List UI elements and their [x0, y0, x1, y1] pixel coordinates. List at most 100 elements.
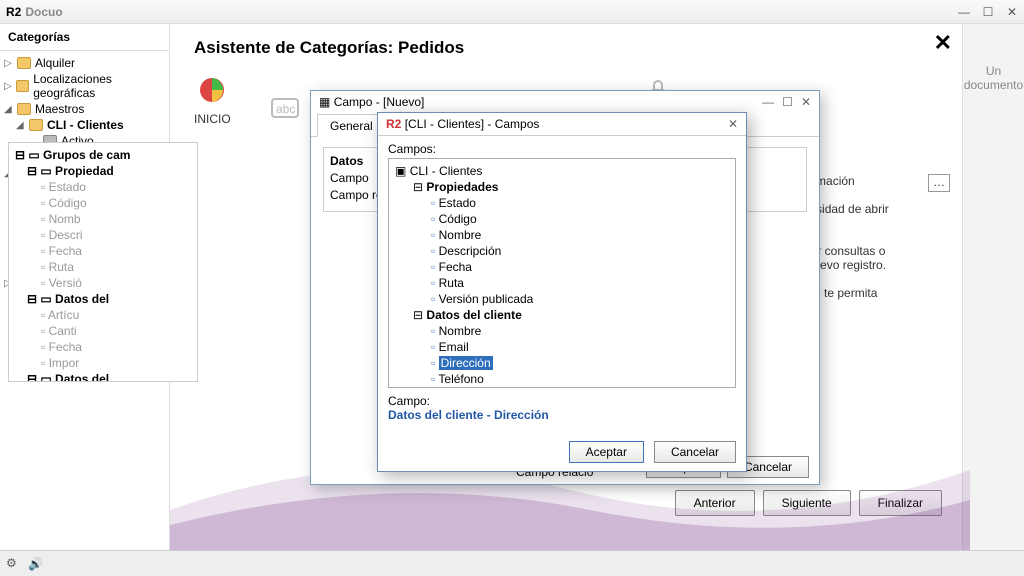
- folder-icon: [16, 80, 29, 92]
- logo-r2: R2: [6, 5, 21, 19]
- logo-docuo: Docuo: [25, 5, 62, 19]
- node-label: Ruta: [439, 276, 464, 290]
- tree-node[interactable]: ▫ Persona de contacto: [395, 387, 729, 388]
- node-label: Código: [439, 212, 477, 226]
- dialog-maximize[interactable]: ☐: [782, 95, 793, 109]
- node-label: Nombre: [439, 324, 482, 338]
- field-icon: ▫: [431, 340, 435, 354]
- window-controls: — ☐ ✕: [952, 2, 1024, 22]
- dlg2-titlebar: R2 [CLI - Clientes] - Campos ✕: [378, 113, 746, 136]
- sidebar-item[interactable]: ▷Alquiler: [2, 55, 167, 71]
- field-icon: ▫: [431, 372, 435, 386]
- node-label: Dirección: [439, 356, 493, 370]
- tree-node[interactable]: ▫ Teléfono: [395, 371, 729, 387]
- finish-button[interactable]: Finalizar: [859, 490, 942, 516]
- tree-node[interactable]: ▫ Dirección: [395, 355, 729, 371]
- tab-general[interactable]: General: [317, 114, 386, 137]
- close-button[interactable]: ✕: [1000, 2, 1024, 22]
- svg-text:abc: abc: [276, 102, 295, 116]
- maximize-button[interactable]: ☐: [976, 2, 1000, 22]
- tree-label: Alquiler: [35, 56, 75, 70]
- tree-node[interactable]: ▣ CLI - Clientes: [395, 163, 729, 179]
- field-icon: ▫: [431, 356, 435, 370]
- node-label: Teléfono: [438, 372, 483, 386]
- node-label: Versión publicada: [439, 292, 534, 306]
- node-label: Estado: [439, 196, 476, 210]
- browse-button[interactable]: …: [928, 174, 950, 192]
- sidebar-item[interactable]: ▷Localizaciones geográficas: [2, 71, 167, 101]
- right-doc-label: Un documento: [963, 64, 1024, 92]
- tree-node[interactable]: ▫ Nombre: [395, 323, 729, 339]
- node-label: Propiedades: [426, 180, 498, 194]
- tree-node[interactable]: ⊟ Datos del cliente: [395, 307, 729, 323]
- field-icon: ▫: [431, 260, 435, 274]
- wizard-close-icon[interactable]: ✕: [934, 30, 952, 56]
- folder-icon: [29, 119, 43, 131]
- node-label: Email: [439, 340, 469, 354]
- field-icon: ▫: [431, 244, 435, 258]
- next-button[interactable]: Siguiente: [763, 490, 851, 516]
- field-icon: ▫: [431, 324, 435, 338]
- node-label: Datos del cliente: [426, 308, 521, 322]
- tree-node[interactable]: ▫ Fecha: [395, 259, 729, 275]
- tree-toggle-icon[interactable]: ⊟: [413, 308, 423, 322]
- sidebar-item[interactable]: ◢CLI - Clientes: [2, 117, 167, 133]
- abc-icon: abc: [267, 90, 303, 126]
- dlg2-body: Campos: ▣ CLI - Clientes⊟ Propiedades▫ E…: [378, 136, 746, 428]
- minimize-button[interactable]: —: [952, 2, 976, 22]
- dlg2-cancel-button[interactable]: Cancelar: [654, 441, 736, 463]
- wizard-title: Asistente de Categorías: Pedidos: [170, 24, 962, 72]
- step-2[interactable]: abc: [267, 90, 303, 126]
- tree-node[interactable]: ▫ Versión publicada: [395, 291, 729, 307]
- field-icon: ▫: [431, 228, 435, 242]
- field-icon: ▫: [431, 212, 435, 226]
- node-label: Descripción: [439, 244, 502, 258]
- campos-label: Campos:: [388, 142, 736, 156]
- app-logo: R2 Docuo: [0, 5, 69, 19]
- field-icon: ▫: [431, 292, 435, 306]
- campos-selector-dialog: R2 [CLI - Clientes] - Campos ✕ Campos: ▣…: [377, 112, 747, 472]
- tree-label: Maestros: [35, 102, 84, 116]
- node-label: Nombre: [439, 228, 482, 242]
- node-label: CLI - Clientes: [410, 164, 483, 178]
- dialog-title: Campo - [Nuevo]: [334, 95, 425, 109]
- tree-node[interactable]: ▫ Código: [395, 211, 729, 227]
- titlebar: R2 Docuo — ☐ ✕: [0, 0, 1024, 24]
- statusbar: ⚙ 🔊: [0, 550, 1024, 576]
- sidebar-title: Categorías: [0, 24, 169, 51]
- right-panel: Un documento: [962, 24, 1024, 550]
- fields-groups-tree[interactable]: ⊟ ▭ Grupos de cam⊟ ▭ Propiedad▫ Estado▫ …: [8, 142, 198, 382]
- dlg2-ok-button[interactable]: Aceptar: [569, 441, 644, 463]
- node-label: Fecha: [439, 260, 472, 274]
- tree-toggle-icon[interactable]: ⊟: [413, 180, 423, 194]
- dialog-close[interactable]: ✕: [801, 95, 811, 109]
- step-label: INICIO: [194, 112, 231, 126]
- wizard-buttons: Anterior Siguiente Finalizar: [675, 490, 942, 516]
- dlg2-close-icon[interactable]: ✕: [728, 117, 738, 131]
- volume-icon[interactable]: 🔊: [28, 557, 43, 571]
- tree-node[interactable]: ▫ Ruta: [395, 275, 729, 291]
- folder-icon: [17, 57, 31, 69]
- tree-label: CLI - Clientes: [47, 118, 124, 132]
- pie-icon: [194, 72, 230, 108]
- selected-campo: Campo: Datos del cliente - Dirección: [388, 394, 736, 422]
- dialog-titlebar: ▦ Campo - [Nuevo] — ☐ ✕: [311, 91, 819, 113]
- dialog-window-controls: — ☐ ✕: [762, 95, 811, 109]
- dlg2-window-controls: ✕: [728, 117, 738, 131]
- dialog-icon: ▦: [319, 95, 330, 109]
- tree-node[interactable]: ▫ Estado: [395, 195, 729, 211]
- gear-icon[interactable]: ⚙: [6, 556, 22, 572]
- campo-value: Datos del cliente - Dirección: [388, 408, 736, 422]
- field-icon: ▫: [431, 196, 435, 210]
- step-inicio[interactable]: INICIO: [194, 72, 231, 126]
- folder-icon: [17, 103, 31, 115]
- tree-node[interactable]: ▫ Nombre: [395, 227, 729, 243]
- sidebar-item[interactable]: ◢Maestros: [2, 101, 167, 117]
- campos-tree[interactable]: ▣ CLI - Clientes⊟ Propiedades▫ Estado▫ C…: [388, 158, 736, 388]
- tree-node[interactable]: ⊟ Propiedades: [395, 179, 729, 195]
- tree-toggle-icon[interactable]: ▣: [395, 164, 406, 178]
- tree-node[interactable]: ▫ Email: [395, 339, 729, 355]
- dialog-minimize[interactable]: —: [762, 95, 774, 109]
- prev-button[interactable]: Anterior: [675, 490, 755, 516]
- tree-node[interactable]: ▫ Descripción: [395, 243, 729, 259]
